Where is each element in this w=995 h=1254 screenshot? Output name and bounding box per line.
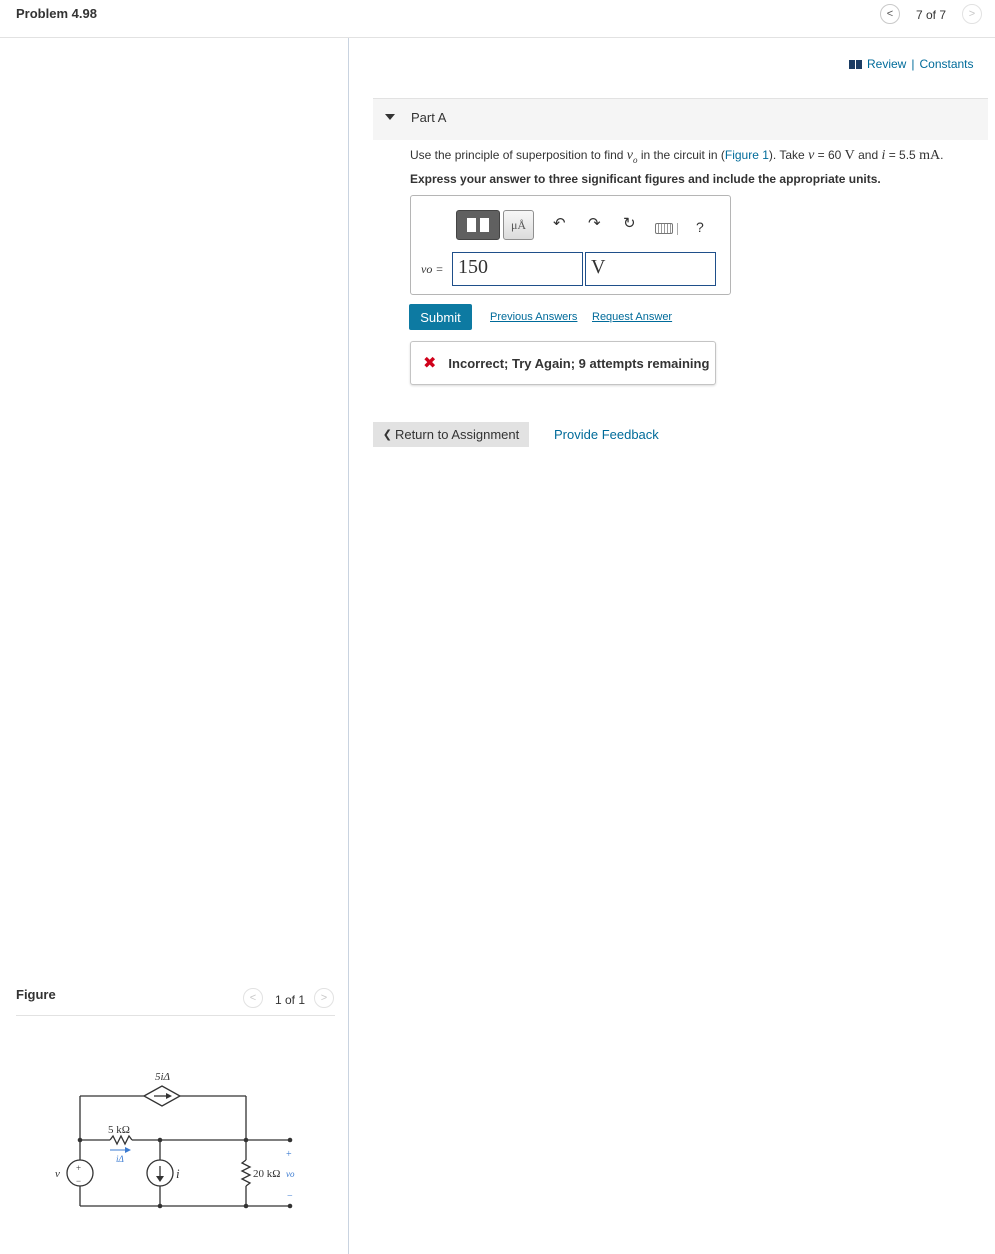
- part-a-header[interactable]: [373, 98, 988, 140]
- circuit-diagram[interactable]: 5iΔ 5 kΩ iΔ v + − i 20 kΩ + vo −: [0, 1060, 348, 1230]
- feedback-text: Incorrect; Try Again; 9 attempts remaini…: [448, 355, 710, 371]
- help-icon[interactable]: ?: [696, 219, 704, 235]
- incorrect-x-icon: ✖: [423, 355, 437, 372]
- previous-answers-link[interactable]: Previous Answers: [490, 311, 577, 323]
- figure-link[interactable]: Figure 1: [725, 148, 769, 162]
- chevron-left-icon: <: [886, 8, 894, 20]
- chevron-left-icon: <: [249, 992, 257, 1004]
- return-to-assignment-button[interactable]: ❮ Return to Assignment: [373, 422, 529, 447]
- figure-divider: [16, 1015, 335, 1016]
- vo-input-label: vo =: [421, 262, 444, 276]
- current-source-label: i: [176, 1166, 180, 1181]
- problem-title: Problem 4.98: [16, 6, 97, 21]
- chevron-right-icon: >: [320, 992, 328, 1004]
- source-minus: −: [76, 1176, 81, 1186]
- figure-next-button[interactable]: >: [314, 988, 334, 1008]
- constants-link[interactable]: Constants: [919, 57, 973, 71]
- resistor2-label: 20 kΩ: [253, 1168, 280, 1180]
- chevron-right-icon: >: [968, 8, 976, 20]
- output-minus: −: [287, 1191, 293, 1202]
- provide-feedback-link[interactable]: Provide Feedback: [554, 427, 659, 442]
- review-constants-links: Review | Constants: [849, 57, 974, 71]
- units-button[interactable]: μÅ: [503, 210, 534, 240]
- figure-counter: 1 of 1: [275, 993, 306, 1007]
- page-counter: 7 of 7: [916, 8, 947, 22]
- toolbar-separator: [677, 223, 678, 235]
- question-text: Use the principle of superposition to fi…: [410, 148, 944, 165]
- collapse-triangle-icon[interactable]: [385, 114, 395, 120]
- part-a-label: Part A: [411, 110, 447, 125]
- request-answer-link[interactable]: Request Answer: [592, 311, 672, 323]
- submit-button[interactable]: Submit: [409, 304, 472, 330]
- chevron-left-icon: ❮: [382, 429, 392, 441]
- keyboard-icon[interactable]: [655, 223, 673, 234]
- vo-symbol: vo: [626, 148, 638, 165]
- unit-input[interactable]: V: [585, 252, 716, 286]
- figure-label: Figure: [16, 987, 56, 1002]
- redo-icon[interactable]: ↷: [588, 216, 601, 232]
- next-problem-button[interactable]: >: [962, 4, 982, 24]
- templates-button[interactable]: [456, 210, 500, 240]
- panel-divider: [348, 38, 349, 1254]
- fraction-template-icon: [480, 218, 489, 232]
- undo-icon[interactable]: ↶: [553, 216, 566, 232]
- return-label: Return to Assignment: [394, 427, 520, 442]
- output-plus: +: [286, 1149, 292, 1160]
- figure-prev-button[interactable]: <: [243, 988, 263, 1008]
- answer-box: μÅ ↶ ↷ ↻ ? vo = 150 V: [410, 195, 731, 295]
- answer-instruction: Express your answer to three significant…: [410, 172, 881, 186]
- book-icon: [849, 59, 862, 69]
- value-input[interactable]: 150: [452, 252, 583, 286]
- reset-icon[interactable]: ↻: [623, 216, 636, 232]
- current-delta-label: iΔ: [116, 1154, 124, 1164]
- feedback-box: ✖ Incorrect; Try Again; 9 attempts remai…: [410, 341, 716, 385]
- source-plus: +: [76, 1163, 81, 1173]
- dependent-source-label: 5iΔ: [155, 1071, 170, 1083]
- template-icon: [467, 218, 476, 232]
- resistor1-label: 5 kΩ: [108, 1124, 130, 1136]
- source-v-label: v: [55, 1168, 60, 1180]
- top-bar: [0, 0, 995, 38]
- review-link[interactable]: Review: [867, 57, 906, 71]
- previous-problem-button[interactable]: <: [880, 4, 900, 24]
- link-separator: |: [911, 57, 915, 71]
- output-vo-label: vo: [286, 1169, 295, 1179]
